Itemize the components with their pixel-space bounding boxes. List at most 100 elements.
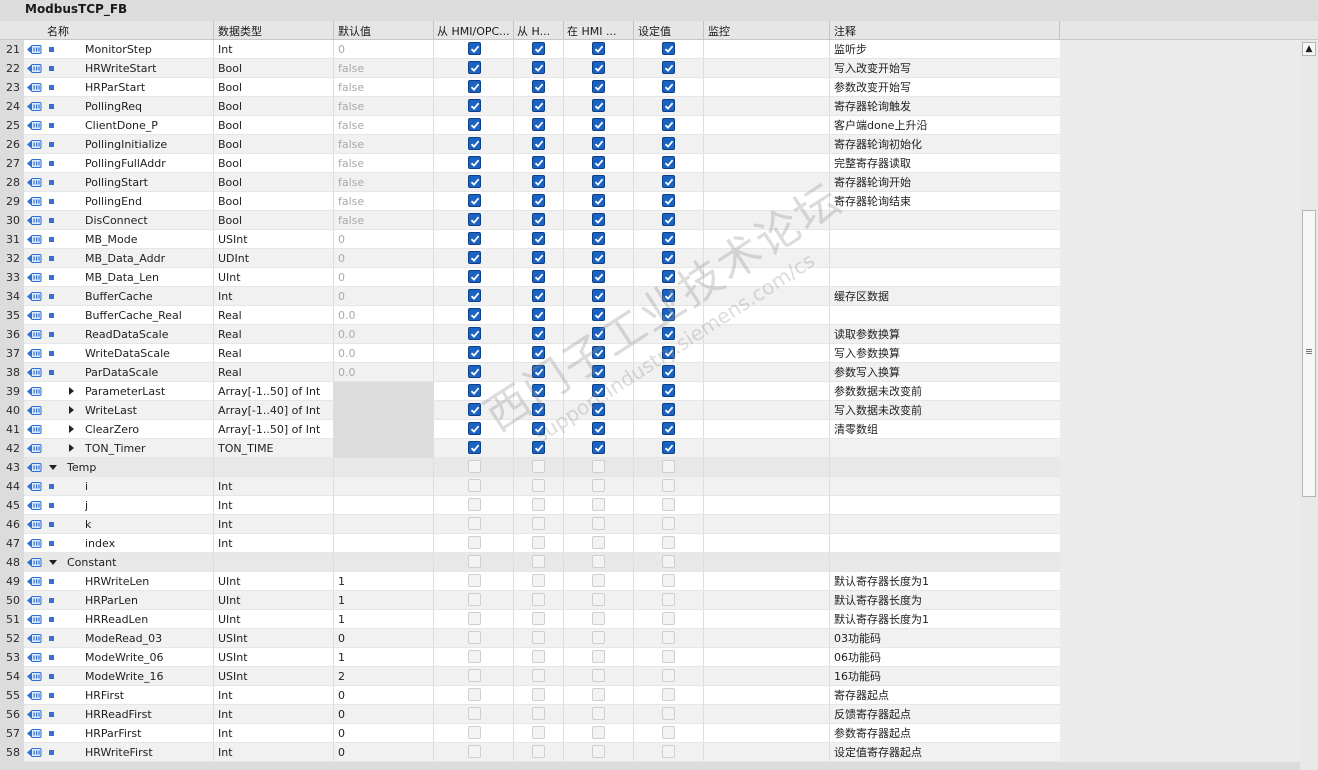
hmi-opc-access-checkbox[interactable] [468, 137, 481, 150]
table-row[interactable]: 58 HRWriteFirst Int 0 设定值寄存器起点 [0, 743, 1300, 762]
table-row[interactable]: 21 MonitorStep Int 0 监听步 [0, 40, 1300, 59]
setpoint-checkbox[interactable] [662, 669, 675, 682]
comment-cell[interactable]: 寄存器轮询结束 [834, 192, 1056, 211]
hmi-write-checkbox[interactable] [532, 194, 545, 207]
datatype-cell[interactable]: Int [218, 686, 331, 705]
setpoint-checkbox[interactable] [662, 327, 675, 340]
default-cell[interactable]: 1 [338, 610, 430, 629]
hmi-opc-access-checkbox[interactable] [468, 498, 481, 511]
comment-cell[interactable] [834, 553, 1056, 572]
setpoint-checkbox[interactable] [662, 308, 675, 321]
datatype-cell[interactable]: Int [218, 287, 331, 306]
name-cell[interactable]: HRParLen [85, 591, 212, 610]
datatype-cell[interactable]: USInt [218, 230, 331, 249]
hmi-opc-access-checkbox[interactable] [468, 612, 481, 625]
hmi-write-checkbox[interactable] [532, 403, 545, 416]
expand-arrow-icon[interactable] [69, 387, 74, 395]
default-cell[interactable]: 1 [338, 591, 430, 610]
comment-cell[interactable] [834, 268, 1056, 287]
datatype-cell[interactable]: USInt [218, 648, 331, 667]
table-row[interactable]: 44 i Int [0, 477, 1300, 496]
comment-cell[interactable]: 默认寄存器长度为1 [834, 572, 1056, 591]
datatype-cell[interactable]: Bool [218, 154, 331, 173]
datatype-cell[interactable]: USInt [218, 629, 331, 648]
name-cell[interactable]: ModeWrite_06 [85, 648, 212, 667]
col-name[interactable]: 名称 [47, 23, 207, 39]
hmi-write-checkbox[interactable] [532, 384, 545, 397]
name-cell[interactable]: TON_Timer [85, 439, 212, 458]
hmi-write-checkbox[interactable] [532, 441, 545, 454]
hmi-opc-access-checkbox[interactable] [468, 175, 481, 188]
hmi-visible-checkbox[interactable] [592, 574, 605, 587]
default-cell[interactable]: 0 [338, 268, 430, 287]
name-cell[interactable]: MB_Mode [85, 230, 212, 249]
setpoint-checkbox[interactable] [662, 612, 675, 625]
datatype-cell[interactable]: TON_TIME [218, 439, 331, 458]
name-cell[interactable]: j [85, 496, 212, 515]
hmi-write-checkbox[interactable] [532, 270, 545, 283]
name-cell[interactable]: PollingInitialize [85, 135, 212, 154]
hmi-write-checkbox[interactable] [532, 574, 545, 587]
table-row[interactable]: 55 HRFirst Int 0 寄存器起点 [0, 686, 1300, 705]
table-row[interactable]: 27 PollingFullAddr Bool false 完整寄存器读取 [0, 154, 1300, 173]
vertical-scrollbar[interactable]: ▲ [1300, 40, 1318, 770]
table-row[interactable]: 57 HRParFirst Int 0 参数寄存器起点 [0, 724, 1300, 743]
default-cell[interactable]: 0.0 [338, 306, 430, 325]
setpoint-checkbox[interactable] [662, 384, 675, 397]
setpoint-checkbox[interactable] [662, 61, 675, 74]
comment-cell[interactable] [834, 477, 1056, 496]
hmi-visible-checkbox[interactable] [592, 327, 605, 340]
comment-cell[interactable]: 写入参数换算 [834, 344, 1056, 363]
name-cell[interactable]: k [85, 515, 212, 534]
hmi-opc-access-checkbox[interactable] [468, 650, 481, 663]
hmi-write-checkbox[interactable] [532, 118, 545, 131]
name-cell[interactable]: HRParStart [85, 78, 212, 97]
setpoint-checkbox[interactable] [662, 517, 675, 530]
setpoint-checkbox[interactable] [662, 156, 675, 169]
comment-cell[interactable]: 参数写入换算 [834, 363, 1056, 382]
hmi-visible-checkbox[interactable] [592, 517, 605, 530]
datatype-cell[interactable]: Int [218, 515, 331, 534]
name-cell[interactable]: HRParFirst [85, 724, 212, 743]
comment-cell[interactable]: 写入改变开始写 [834, 59, 1056, 78]
comment-cell[interactable]: 16功能码 [834, 667, 1056, 686]
hmi-visible-checkbox[interactable] [592, 422, 605, 435]
datatype-cell[interactable]: Array[-1..50] of Int [218, 382, 331, 401]
datatype-cell[interactable]: Int [218, 40, 331, 59]
comment-cell[interactable] [834, 211, 1056, 230]
hmi-opc-access-checkbox[interactable] [468, 555, 481, 568]
name-cell[interactable]: ParDataScale [85, 363, 212, 382]
setpoint-checkbox[interactable] [662, 707, 675, 720]
name-cell[interactable]: HRFirst [85, 686, 212, 705]
default-cell[interactable]: false [338, 211, 430, 230]
datatype-cell[interactable]: USInt [218, 667, 331, 686]
table-row[interactable]: 32 MB_Data_Addr UDInt 0 [0, 249, 1300, 268]
table-row[interactable]: 36 ReadDataScale Real 0.0 读取参数换算 [0, 325, 1300, 344]
table-row[interactable]: 37 WriteDataScale Real 0.0 写入参数换算 [0, 344, 1300, 363]
datatype-cell[interactable]: Int [218, 534, 331, 553]
hmi-visible-checkbox[interactable] [592, 745, 605, 758]
name-cell[interactable]: Constant [67, 553, 212, 572]
table-row[interactable]: 31 MB_Mode USInt 0 [0, 230, 1300, 249]
hmi-visible-checkbox[interactable] [592, 593, 605, 606]
datatype-cell[interactable]: Bool [218, 116, 331, 135]
hmi-opc-access-checkbox[interactable] [468, 460, 481, 473]
table-row[interactable]: 53 ModeWrite_06 USInt 1 06功能码 [0, 648, 1300, 667]
datatype-cell[interactable]: Int [218, 496, 331, 515]
default-cell[interactable] [338, 534, 430, 553]
setpoint-checkbox[interactable] [662, 745, 675, 758]
table-row[interactable]: 51 HRReadLen UInt 1 默认寄存器长度为1 [0, 610, 1300, 629]
name-cell[interactable]: ModeRead_03 [85, 629, 212, 648]
setpoint-checkbox[interactable] [662, 536, 675, 549]
hmi-write-checkbox[interactable] [532, 232, 545, 245]
datatype-cell[interactable]: Real [218, 325, 331, 344]
comment-cell[interactable]: 参数数据未改变前 [834, 382, 1056, 401]
name-cell[interactable]: BufferCache [85, 287, 212, 306]
table-row[interactable]: 52 ModeRead_03 USInt 0 03功能码 [0, 629, 1300, 648]
hmi-visible-checkbox[interactable] [592, 251, 605, 264]
table-row[interactable]: 54 ModeWrite_16 USInt 2 16功能码 [0, 667, 1300, 686]
hmi-opc-access-checkbox[interactable] [468, 593, 481, 606]
hmi-opc-access-checkbox[interactable] [468, 61, 481, 74]
datatype-cell[interactable]: UDInt [218, 249, 331, 268]
setpoint-checkbox[interactable] [662, 403, 675, 416]
